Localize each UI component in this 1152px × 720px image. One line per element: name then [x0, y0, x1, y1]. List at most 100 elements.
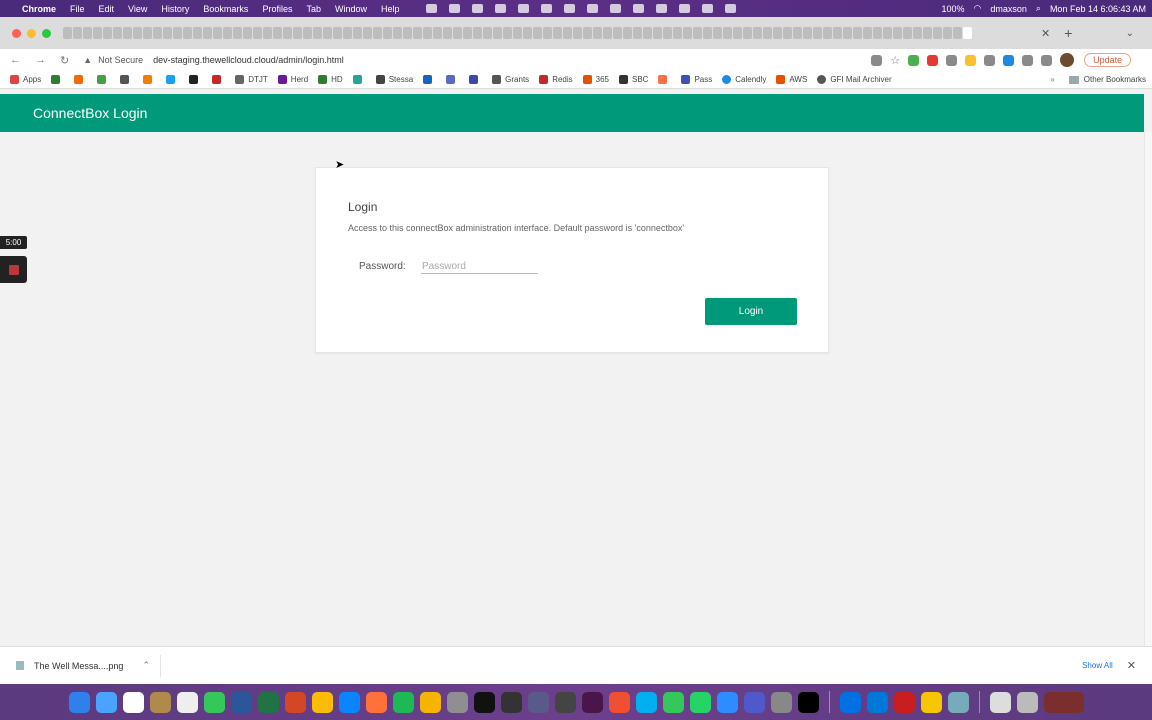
menu-history[interactable]: History [161, 4, 189, 14]
browser-tab[interactable] [443, 27, 452, 39]
zoom-window-icon[interactable] [42, 28, 51, 38]
app-icon[interactable] [446, 691, 468, 713]
menu-file[interactable]: File [70, 4, 85, 14]
browser-tab[interactable] [533, 27, 542, 39]
browser-tab[interactable] [343, 27, 352, 39]
app-icon[interactable] [797, 691, 819, 713]
browser-tab[interactable] [943, 27, 952, 39]
bookmark-sbc[interactable]: SBC [619, 75, 648, 84]
browser-tab[interactable] [813, 27, 822, 39]
app-icon[interactable] [608, 691, 630, 713]
extension-icon[interactable] [908, 54, 920, 66]
menu-profiles[interactable]: Profiles [262, 4, 292, 14]
tray-icon[interactable] [448, 4, 460, 13]
chevron-up-icon[interactable]: ⌃ [142, 660, 150, 671]
tray-icon[interactable] [678, 4, 690, 13]
menu-view[interactable]: View [128, 4, 147, 14]
browser-tab[interactable] [483, 27, 492, 39]
browser-tab[interactable] [573, 27, 582, 39]
firefox-icon[interactable] [365, 691, 387, 713]
desktop-thumbnail[interactable] [1043, 691, 1084, 713]
browser-tab[interactable] [903, 27, 912, 39]
browser-tab[interactable] [373, 27, 382, 39]
bookmark-apps[interactable]: Apps [10, 75, 41, 84]
browser-tab[interactable] [103, 27, 112, 39]
browser-tab[interactable] [723, 27, 732, 39]
tray-icon[interactable] [724, 4, 736, 13]
browser-tab[interactable] [73, 27, 82, 39]
browser-tab[interactable] [793, 27, 802, 39]
bookmark-dtjt[interactable]: DTJT [235, 75, 268, 84]
browser-tab[interactable] [613, 27, 622, 39]
browser-tab[interactable] [63, 27, 72, 39]
browser-tab[interactable] [453, 27, 462, 39]
password-input[interactable] [421, 259, 538, 274]
app-icon[interactable] [920, 691, 942, 713]
extension-icon[interactable] [1003, 54, 1015, 66]
browser-tab[interactable] [253, 27, 262, 39]
app-icon[interactable] [839, 691, 861, 713]
chrome-icon[interactable] [311, 691, 333, 713]
browser-tab[interactable] [923, 27, 932, 39]
zoom-icon[interactable] [716, 691, 738, 713]
bookmark-stessa[interactable]: Stessa [375, 75, 413, 84]
bookmark-favicon[interactable] [120, 75, 133, 84]
download-file-name[interactable]: The Well Messa....png [34, 661, 123, 671]
app-icon[interactable] [149, 691, 171, 713]
menu-bookmarks[interactable]: Bookmarks [203, 4, 248, 14]
browser-tab[interactable] [143, 27, 152, 39]
tray-icon[interactable] [701, 4, 713, 13]
browser-tab[interactable] [503, 27, 512, 39]
browser-tab[interactable] [473, 27, 482, 39]
bookmark-favicon[interactable] [97, 75, 110, 84]
bookmark-favicon[interactable] [166, 75, 179, 84]
stop-recording-button[interactable] [0, 256, 27, 283]
browser-tab[interactable] [863, 27, 872, 39]
url-text[interactable]: dev-staging.thewellcloud.cloud/admin/log… [153, 55, 344, 65]
browser-tab[interactable] [563, 27, 572, 39]
word-icon[interactable] [230, 691, 252, 713]
browser-tab[interactable] [833, 27, 842, 39]
reload-icon[interactable]: ↻ [60, 54, 69, 67]
browser-tab[interactable] [773, 27, 782, 39]
browser-tab[interactable] [263, 27, 272, 39]
close-tab-icon[interactable]: ✕ [1041, 27, 1050, 40]
tray-icon[interactable] [563, 4, 575, 13]
bookmark-365[interactable]: 365 [582, 75, 609, 84]
tray-icon[interactable] [632, 4, 644, 13]
browser-tab[interactable] [423, 27, 432, 39]
mail-icon[interactable] [95, 691, 117, 713]
photos-icon[interactable] [419, 691, 441, 713]
browser-tab[interactable] [313, 27, 322, 39]
forward-icon[interactable]: → [35, 54, 46, 67]
edge-icon[interactable] [866, 691, 888, 713]
browser-tab[interactable] [803, 27, 812, 39]
menu-edit[interactable]: Edit [99, 4, 115, 14]
bookmark-favicon[interactable] [51, 75, 64, 84]
sidebar-icon[interactable] [1041, 54, 1053, 66]
teams-icon[interactable] [743, 691, 765, 713]
tray-icon[interactable] [609, 4, 621, 13]
bookmark-grants[interactable]: Grants [492, 75, 529, 84]
browser-tab[interactable] [893, 27, 902, 39]
browser-tab[interactable] [203, 27, 212, 39]
browser-tab[interactable] [853, 27, 862, 39]
browser-tab[interactable] [303, 27, 312, 39]
menu-app-name[interactable]: Chrome [22, 4, 56, 14]
tab-search-chevron-icon[interactable]: ⌄ [1126, 28, 1134, 39]
bookmark-favicon[interactable] [352, 75, 366, 84]
skype-icon[interactable] [635, 691, 657, 713]
battery-percent[interactable]: 100% [941, 4, 964, 14]
finder-icon[interactable] [68, 691, 90, 713]
browser-tab[interactable] [113, 27, 122, 39]
login-button[interactable]: Login [705, 298, 797, 325]
browser-tab[interactable] [213, 27, 222, 39]
browser-tab[interactable] [673, 27, 682, 39]
app-icon[interactable] [338, 691, 360, 713]
app-icon[interactable] [554, 691, 576, 713]
back-icon[interactable]: ← [10, 54, 21, 67]
browser-tab[interactable] [183, 27, 192, 39]
browser-tab[interactable] [883, 27, 892, 39]
show-all-link[interactable]: Show All [1082, 661, 1113, 670]
browser-tab[interactable] [603, 27, 612, 39]
